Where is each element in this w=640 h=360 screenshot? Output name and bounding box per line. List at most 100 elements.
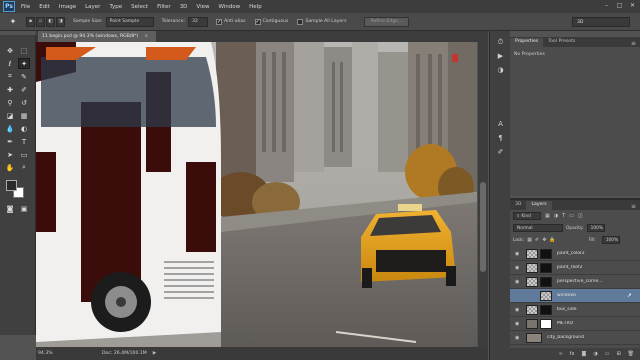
brush-panel-icon[interactable]: ✐ [495, 147, 506, 157]
menu-help[interactable]: Help [249, 4, 262, 10]
new-selection-icon[interactable]: ▪ [26, 16, 35, 27]
brush-tool-icon[interactable]: ✐ [18, 84, 30, 95]
lasso-tool-icon[interactable]: ℓ [4, 58, 16, 69]
dodge-tool-icon[interactable]: ◐ [18, 123, 30, 134]
new-layer-icon[interactable]: ⊞ [616, 351, 620, 357]
rectangle-tool-icon[interactable]: ▭ [18, 149, 30, 160]
quick-mask-icon[interactable]: ◙ [4, 203, 16, 214]
zoom-level[interactable]: 94.3% [38, 351, 62, 356]
paragraph-panel-icon[interactable]: ¶ [495, 133, 506, 143]
visibility-eye-icon[interactable]: ◉ [515, 265, 523, 271]
add-mask-icon[interactable]: ◙ [581, 351, 586, 357]
healing-brush-tool-icon[interactable]: ✚ [4, 84, 16, 95]
layer-row[interactable]: ◉ paint_color2 [510, 247, 640, 261]
magic-wand-preset-icon[interactable]: ✦ [4, 15, 22, 29]
lock-all-icon[interactable]: 🔒 [549, 237, 555, 243]
sample-all-layers-checkbox[interactable] [297, 18, 304, 25]
layer-row[interactable]: ◉ paint_roof2 [510, 261, 640, 275]
tolerance-input[interactable]: 32 [188, 16, 209, 27]
filter-kind-select[interactable]: ⌕ Kind [513, 212, 541, 220]
tab-3d[interactable]: 3D [510, 201, 526, 210]
type-tool-icon[interactable]: T [18, 136, 30, 147]
visibility-eye-icon[interactable]: ◉ [515, 279, 523, 285]
sample-size-select[interactable]: Point Sample [105, 16, 154, 27]
hand-tool-icon[interactable]: ✋ [4, 162, 16, 173]
tab-tool-presets[interactable]: Tool Presets [543, 38, 580, 47]
document-tab[interactable]: 11 begin.psd @ 94.3% (windows, RGB/8*) × [38, 31, 156, 42]
visibility-eye-icon[interactable]: ◉ [515, 251, 523, 257]
history-panel-icon[interactable]: ⏱ [495, 37, 506, 47]
menu-view[interactable]: View [196, 4, 209, 10]
filter-shape-icon[interactable]: ▭ [569, 213, 574, 219]
layer-row-selected[interactable]: ◉ windows ➚ [510, 289, 640, 303]
filter-type-icon[interactable]: T [562, 213, 565, 219]
visibility-eye-icon[interactable]: ◉ [515, 321, 523, 327]
eraser-tool-icon[interactable]: ◪ [4, 110, 16, 121]
opacity-input[interactable]: 100% [586, 224, 605, 232]
new-group-icon[interactable]: ▭ [605, 351, 610, 357]
delete-layer-icon[interactable]: 🗑 [628, 351, 634, 357]
layer-mask-thumbnail[interactable] [540, 276, 552, 287]
tab-layers[interactable]: Layers [526, 201, 552, 210]
new-adjustment-icon[interactable]: ◑ [593, 351, 597, 357]
zoom-tool-icon[interactable]: ⌕ [18, 162, 30, 173]
magic-wand-tool-icon[interactable]: ✦ [18, 58, 30, 69]
tab-properties[interactable]: Properties [510, 38, 544, 47]
clone-stamp-tool-icon[interactable]: ⚲ [4, 97, 16, 108]
crop-tool-icon[interactable]: ⌗ [4, 71, 16, 82]
filter-adjustment-icon[interactable]: ◑ [554, 213, 558, 219]
add-selection-icon[interactable]: ▫ [36, 16, 45, 27]
menu-window[interactable]: Window [218, 4, 240, 10]
visibility-eye-icon[interactable]: ◉ [515, 307, 523, 313]
foreground-color-swatch[interactable] [6, 180, 17, 191]
fill-input[interactable]: 100% [601, 236, 620, 244]
layer-mask-thumbnail[interactable] [540, 318, 552, 329]
refine-edge-button[interactable]: Refine Edge... [363, 16, 410, 27]
layers-panel-menu-icon[interactable]: ≡ [631, 203, 636, 210]
layer-row[interactable]: ◉ bus_side [510, 303, 640, 317]
layer-row[interactable]: ◉ perspective_corne... [510, 275, 640, 289]
layer-mask-thumbnail[interactable] [540, 262, 552, 273]
minimize-icon[interactable]: – [603, 2, 610, 9]
intersect-selection-icon[interactable]: ◨ [56, 16, 65, 27]
marquee-tool-icon[interactable]: ⬚ [18, 45, 30, 56]
menu-3d[interactable]: 3D [180, 4, 188, 10]
document-canvas[interactable] [36, 42, 477, 347]
filter-pixel-icon[interactable]: ▦ [545, 213, 550, 219]
layer-mask-thumbnail[interactable] [540, 248, 552, 259]
maximize-icon[interactable]: □ [616, 2, 623, 9]
status-menu-arrow-icon[interactable]: ▶ [153, 351, 157, 356]
panel-menu-icon[interactable]: ≡ [631, 40, 636, 47]
layer-row[interactable]: ◉ city_background [510, 331, 640, 345]
menu-layer[interactable]: Layer [85, 4, 100, 10]
layer-style-icon[interactable]: fx [570, 351, 575, 357]
antialias-checkbox[interactable]: ✓ [216, 18, 223, 25]
workspace-select[interactable]: 3D [572, 17, 630, 27]
blend-mode-select[interactable]: Normal [513, 224, 563, 232]
visibility-eye-icon[interactable]: ◉ [515, 335, 523, 341]
contiguous-checkbox[interactable]: ✓ [254, 18, 261, 25]
eyedropper-tool-icon[interactable]: ✎ [18, 71, 30, 82]
close-icon[interactable]: ✕ [629, 2, 636, 9]
move-tool-icon[interactable]: ✥ [4, 45, 16, 56]
visibility-eye-icon[interactable]: ◉ [515, 293, 523, 299]
character-panel-icon[interactable]: A [495, 119, 506, 129]
gradient-tool-icon[interactable]: ▦ [18, 110, 30, 121]
menu-filter[interactable]: Filter [157, 4, 171, 10]
close-tab-icon[interactable]: × [144, 34, 148, 39]
adjustments-panel-icon[interactable]: ◑ [495, 65, 506, 75]
menu-image[interactable]: Image [59, 4, 76, 10]
lock-position-icon[interactable]: ✥ [542, 237, 546, 243]
layer-row[interactable]: ◉ METRO [510, 317, 640, 331]
filter-smart-object-icon[interactable]: ◫ [578, 213, 583, 219]
menu-select[interactable]: Select [131, 4, 148, 10]
menu-file[interactable]: File [21, 4, 30, 10]
menu-edit[interactable]: Edit [39, 4, 50, 10]
actions-panel-icon[interactable]: ▶ [495, 51, 506, 61]
link-layers-icon[interactable]: ∞ [559, 351, 563, 357]
subtract-selection-icon[interactable]: ◧ [46, 16, 55, 27]
blur-tool-icon[interactable]: 💧 [4, 123, 16, 134]
path-selection-tool-icon[interactable]: ➤ [4, 149, 16, 160]
screen-mode-icon[interactable]: ▣ [18, 203, 30, 214]
scrollbar-thumb[interactable] [480, 182, 486, 272]
